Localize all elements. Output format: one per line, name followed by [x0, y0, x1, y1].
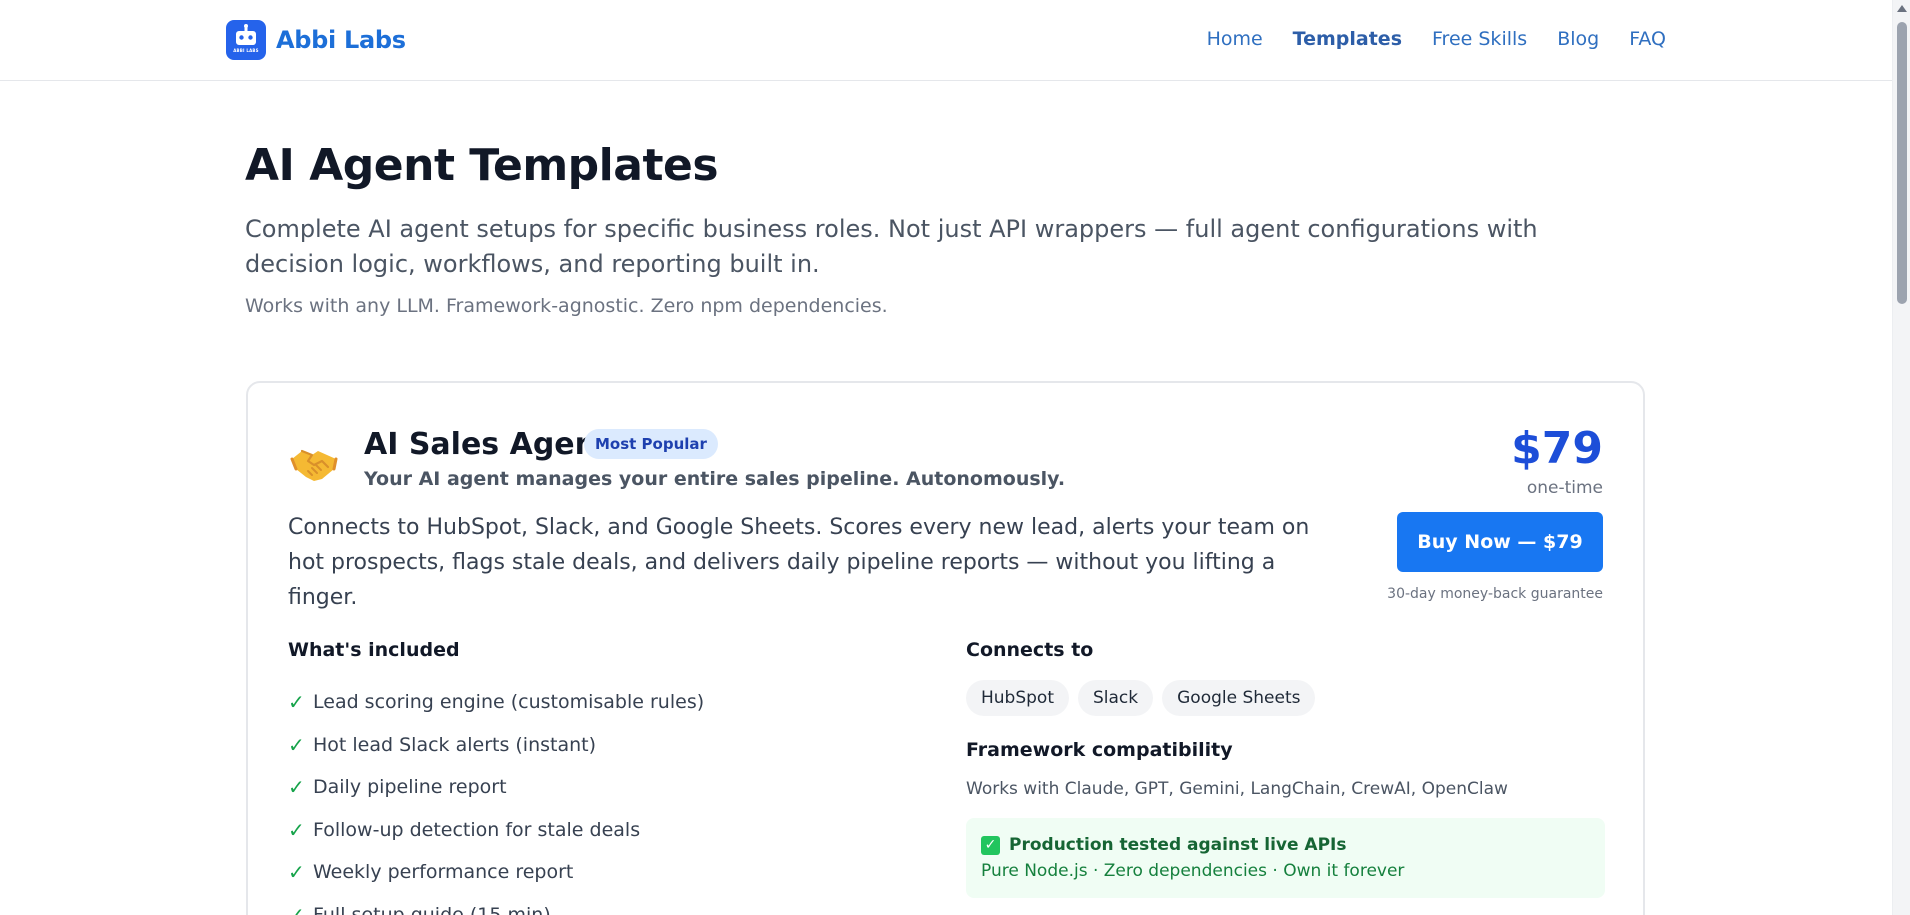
- brand-link[interactable]: ABBI LABS Abbi Labs: [226, 20, 406, 60]
- nav-faq[interactable]: FAQ: [1629, 28, 1666, 50]
- nav-home[interactable]: Home: [1207, 28, 1263, 50]
- connects-heading: Connects to: [966, 639, 1094, 661]
- included-item-text: Full setup guide (15 min): [313, 903, 551, 915]
- price-unit: one-time: [1526, 478, 1603, 498]
- page-note: Works with any LLM. Framework-agnostic. …: [245, 295, 888, 317]
- nav-free-skills[interactable]: Free Skills: [1432, 28, 1527, 50]
- check-icon: ✓: [288, 902, 305, 915]
- logo-text: ABBI LABS: [233, 48, 259, 53]
- product-card: AI Sales Agent Most Popular Your AI agen…: [246, 381, 1645, 915]
- product-price: $79: [1511, 423, 1603, 474]
- handshake-icon: [288, 437, 340, 489]
- page-scrollbar[interactable]: [1892, 0, 1910, 915]
- chip-hubspot: HubSpot: [966, 680, 1069, 716]
- product-title: AI Sales Agent: [364, 427, 611, 462]
- buy-now-button[interactable]: Buy Now — $79: [1397, 512, 1603, 572]
- brand-name: Abbi Labs: [276, 26, 406, 54]
- main-nav: Home Templates Free Skills Blog FAQ: [1207, 28, 1666, 50]
- nav-templates[interactable]: Templates: [1293, 28, 1402, 50]
- check-box-icon: ✓: [981, 835, 1000, 855]
- list-item: ✓ Daily pipeline report: [288, 766, 704, 809]
- product-description: Connects to HubSpot, Slack, and Google S…: [288, 515, 1310, 610]
- site-header: ABBI LABS Abbi Labs Home Templates Free …: [0, 0, 1892, 81]
- page: ABBI LABS Abbi Labs Home Templates Free …: [0, 0, 1892, 915]
- check-icon: ✓: [288, 732, 305, 757]
- included-item-text: Hot lead Slack alerts (instant): [313, 733, 597, 756]
- page-subtitle: Complete AI agent setups for specific bu…: [245, 215, 1538, 278]
- page-title: AI Agent Templates: [245, 140, 719, 191]
- tested-title-row: ✓ Production tested against live APIs: [981, 835, 1590, 855]
- included-item-text: Daily pipeline report: [313, 776, 507, 799]
- popular-badge: Most Popular: [584, 429, 718, 459]
- check-icon: ✓: [288, 690, 305, 715]
- production-tested-box: ✓ Production tested against live APIs Pu…: [966, 818, 1605, 898]
- tested-title: Production tested against live APIs: [1009, 835, 1347, 855]
- framework-heading: Framework compatibility: [966, 739, 1233, 761]
- nav-blog[interactable]: Blog: [1557, 28, 1599, 50]
- list-item: ✓ Follow-up detection for stale deals: [288, 809, 704, 852]
- list-item: ✓ Lead scoring engine (customisable rules…: [288, 681, 704, 724]
- robot-logo-icon: ABBI LABS: [226, 20, 266, 60]
- chip-slack: Slack: [1078, 680, 1154, 716]
- chip-google-sheets: Google Sheets: [1162, 680, 1316, 716]
- tested-subtitle: Pure Node.js · Zero dependencies · Own i…: [981, 861, 1405, 881]
- integration-chips: HubSpot Slack Google Sheets: [966, 680, 1316, 716]
- check-icon: ✓: [288, 817, 305, 842]
- included-heading: What's included: [288, 639, 460, 661]
- included-item-text: Weekly performance report: [313, 861, 574, 884]
- scroll-up-arrow-icon[interactable]: [1897, 5, 1907, 12]
- product-tagline: Your AI agent manages your entire sales …: [364, 468, 1066, 490]
- framework-text: Works with Claude, GPT, Gemini, LangChai…: [966, 779, 1508, 799]
- scroll-thumb[interactable]: [1897, 22, 1907, 304]
- list-item: ✓ Hot lead Slack alerts (instant): [288, 724, 704, 767]
- list-item: ✓ Full setup guide (15 min): [288, 894, 704, 915]
- included-list: ✓ Lead scoring engine (customisable rules…: [288, 681, 704, 915]
- list-item: ✓ Weekly performance report: [288, 851, 704, 894]
- included-item-text: Lead scoring engine (customisable rules): [313, 691, 705, 714]
- included-item-text: Follow-up detection for stale deals: [313, 818, 641, 841]
- guarantee-text: 30-day money-back guarantee: [1387, 586, 1603, 602]
- check-icon: ✓: [288, 775, 305, 800]
- check-icon: ✓: [288, 860, 305, 885]
